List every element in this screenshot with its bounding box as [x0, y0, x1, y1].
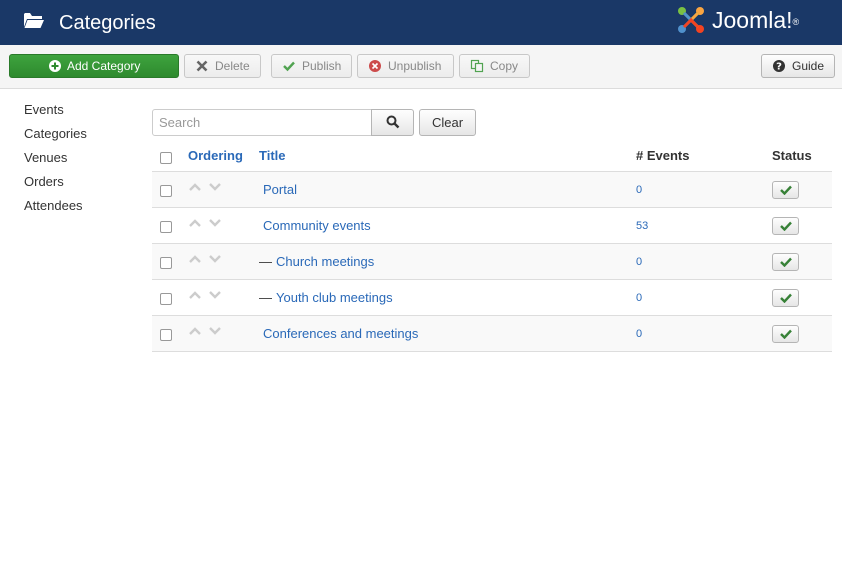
- check-icon: [780, 293, 792, 303]
- delete-button[interactable]: Delete: [184, 54, 261, 78]
- table-row: Portal 0: [152, 172, 832, 208]
- row-checkbox[interactable]: [160, 329, 172, 341]
- clear-button[interactable]: Clear: [419, 109, 476, 136]
- add-category-button[interactable]: Add Category: [9, 54, 179, 78]
- status-published-button[interactable]: [772, 289, 799, 307]
- move-up-icon[interactable]: [188, 218, 202, 228]
- table-row: — Youth club meetings 0: [152, 280, 832, 316]
- guide-label: Guide: [792, 59, 825, 73]
- move-up-icon[interactable]: [188, 182, 202, 192]
- check-icon: [283, 61, 295, 72]
- categories-table: Ordering Title # Events Status Portal 0 …: [152, 140, 832, 352]
- copy-button[interactable]: Copy: [459, 54, 530, 78]
- category-title-link[interactable]: Conferences and meetings: [259, 326, 418, 342]
- move-up-icon[interactable]: [188, 290, 202, 300]
- check-icon: [780, 257, 792, 267]
- sidebar-item-categories[interactable]: Categories: [24, 126, 87, 150]
- check-icon: [780, 329, 792, 339]
- joomla-logo[interactable]: Joomla!®: [676, 4, 826, 36]
- category-title-link[interactable]: — Church meetings: [259, 254, 374, 270]
- move-down-icon[interactable]: [208, 218, 222, 228]
- event-count-link[interactable]: 0: [636, 328, 642, 340]
- sidebar-item-venues[interactable]: Venues: [24, 150, 87, 174]
- toolbar: Add Category Delete Publish Unpublish Co…: [0, 45, 842, 89]
- page-title: Categories: [59, 12, 156, 34]
- move-up-icon[interactable]: [188, 254, 202, 264]
- category-title-link[interactable]: Community events: [259, 218, 371, 234]
- app-header: Categories Joomla!®: [0, 0, 842, 45]
- svg-text:?: ?: [776, 62, 782, 73]
- folder-open-icon: [24, 13, 44, 28]
- status-published-button[interactable]: [772, 325, 799, 343]
- row-checkbox[interactable]: [160, 185, 172, 197]
- table-row: Conferences and meetings 0: [152, 316, 832, 352]
- table-row: Community events 53: [152, 208, 832, 244]
- event-count-link[interactable]: 0: [636, 292, 642, 304]
- search-input[interactable]: [152, 109, 372, 136]
- unpublish-button[interactable]: Unpublish: [357, 54, 454, 78]
- move-down-icon[interactable]: [208, 290, 222, 300]
- category-title-link[interactable]: — Youth club meetings: [259, 290, 393, 306]
- search-button[interactable]: [371, 109, 414, 136]
- sidebar-item-orders[interactable]: Orders: [24, 174, 87, 198]
- copy-icon: [470, 59, 484, 73]
- copy-label: Copy: [490, 59, 519, 73]
- category-title-link[interactable]: Portal: [259, 182, 297, 198]
- row-checkbox[interactable]: [160, 257, 172, 269]
- event-count-link[interactable]: 0: [636, 184, 642, 196]
- question-circle-icon: ?: [773, 60, 785, 73]
- delete-label: Delete: [215, 59, 250, 73]
- move-up-icon[interactable]: [188, 326, 202, 336]
- column-ordering[interactable]: Ordering: [188, 148, 243, 164]
- search-icon: [386, 115, 400, 129]
- status-published-button[interactable]: [772, 253, 799, 271]
- sidebar-nav: Events Categories Venues Orders Attendee…: [24, 102, 87, 222]
- event-count-link[interactable]: 53: [636, 220, 648, 232]
- column-title[interactable]: Title: [259, 148, 286, 164]
- sidebar-item-events[interactable]: Events: [24, 102, 87, 126]
- row-checkbox[interactable]: [160, 221, 172, 233]
- unpublish-label: Unpublish: [388, 59, 442, 73]
- event-count-link[interactable]: 0: [636, 256, 642, 268]
- check-icon: [780, 185, 792, 195]
- column-events: # Events: [636, 148, 690, 163]
- close-icon: [196, 60, 208, 72]
- move-down-icon[interactable]: [208, 326, 222, 336]
- add-category-label: Add Category: [67, 59, 141, 73]
- status-published-button[interactable]: [772, 217, 799, 235]
- sidebar-item-attendees[interactable]: Attendees: [24, 198, 87, 222]
- move-down-icon[interactable]: [208, 182, 222, 192]
- table-row: — Church meetings 0: [152, 244, 832, 280]
- plus-circle-icon: [49, 60, 61, 72]
- publish-button[interactable]: Publish: [271, 54, 352, 78]
- joomla-logo-text: Joomla!®: [712, 7, 800, 33]
- move-down-icon[interactable]: [208, 254, 222, 264]
- row-checkbox[interactable]: [160, 293, 172, 305]
- guide-button[interactable]: ? Guide: [761, 54, 835, 78]
- column-status: Status: [772, 148, 812, 163]
- unpublish-circle-icon: [369, 60, 381, 72]
- select-all-checkbox[interactable]: [160, 152, 172, 164]
- table-header: Ordering Title # Events Status: [152, 140, 832, 172]
- status-published-button[interactable]: [772, 181, 799, 199]
- publish-label: Publish: [302, 59, 342, 73]
- check-icon: [780, 221, 792, 231]
- joomla-logo-icon: [678, 7, 704, 33]
